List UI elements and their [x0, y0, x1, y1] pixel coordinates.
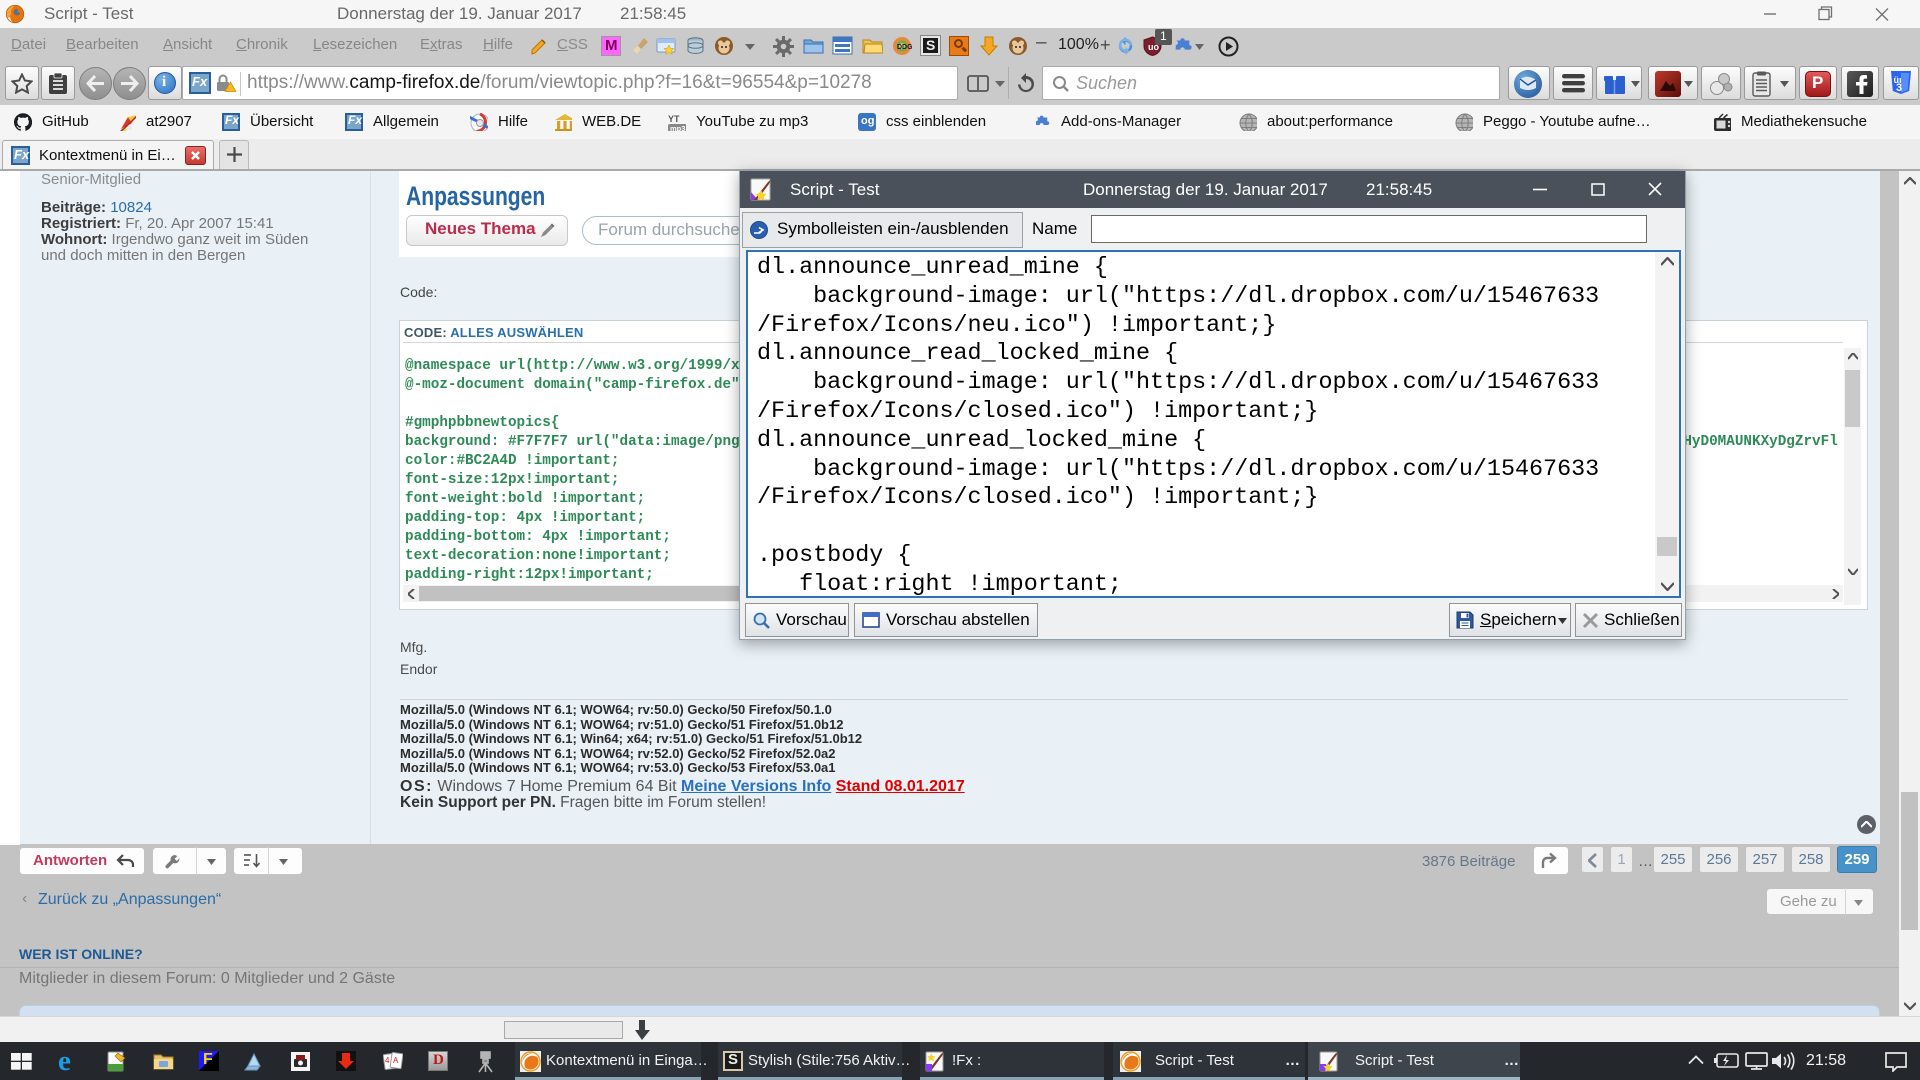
svg-text:4: 4	[385, 1056, 390, 1065]
svg-text:A: A	[393, 1056, 399, 1065]
svg-text:DDG: DDG	[897, 44, 912, 51]
svg-text:3: 3	[1896, 82, 1902, 94]
svg-text:mp3: mp3	[670, 124, 685, 131]
svg-text:YT: YT	[668, 114, 680, 124]
